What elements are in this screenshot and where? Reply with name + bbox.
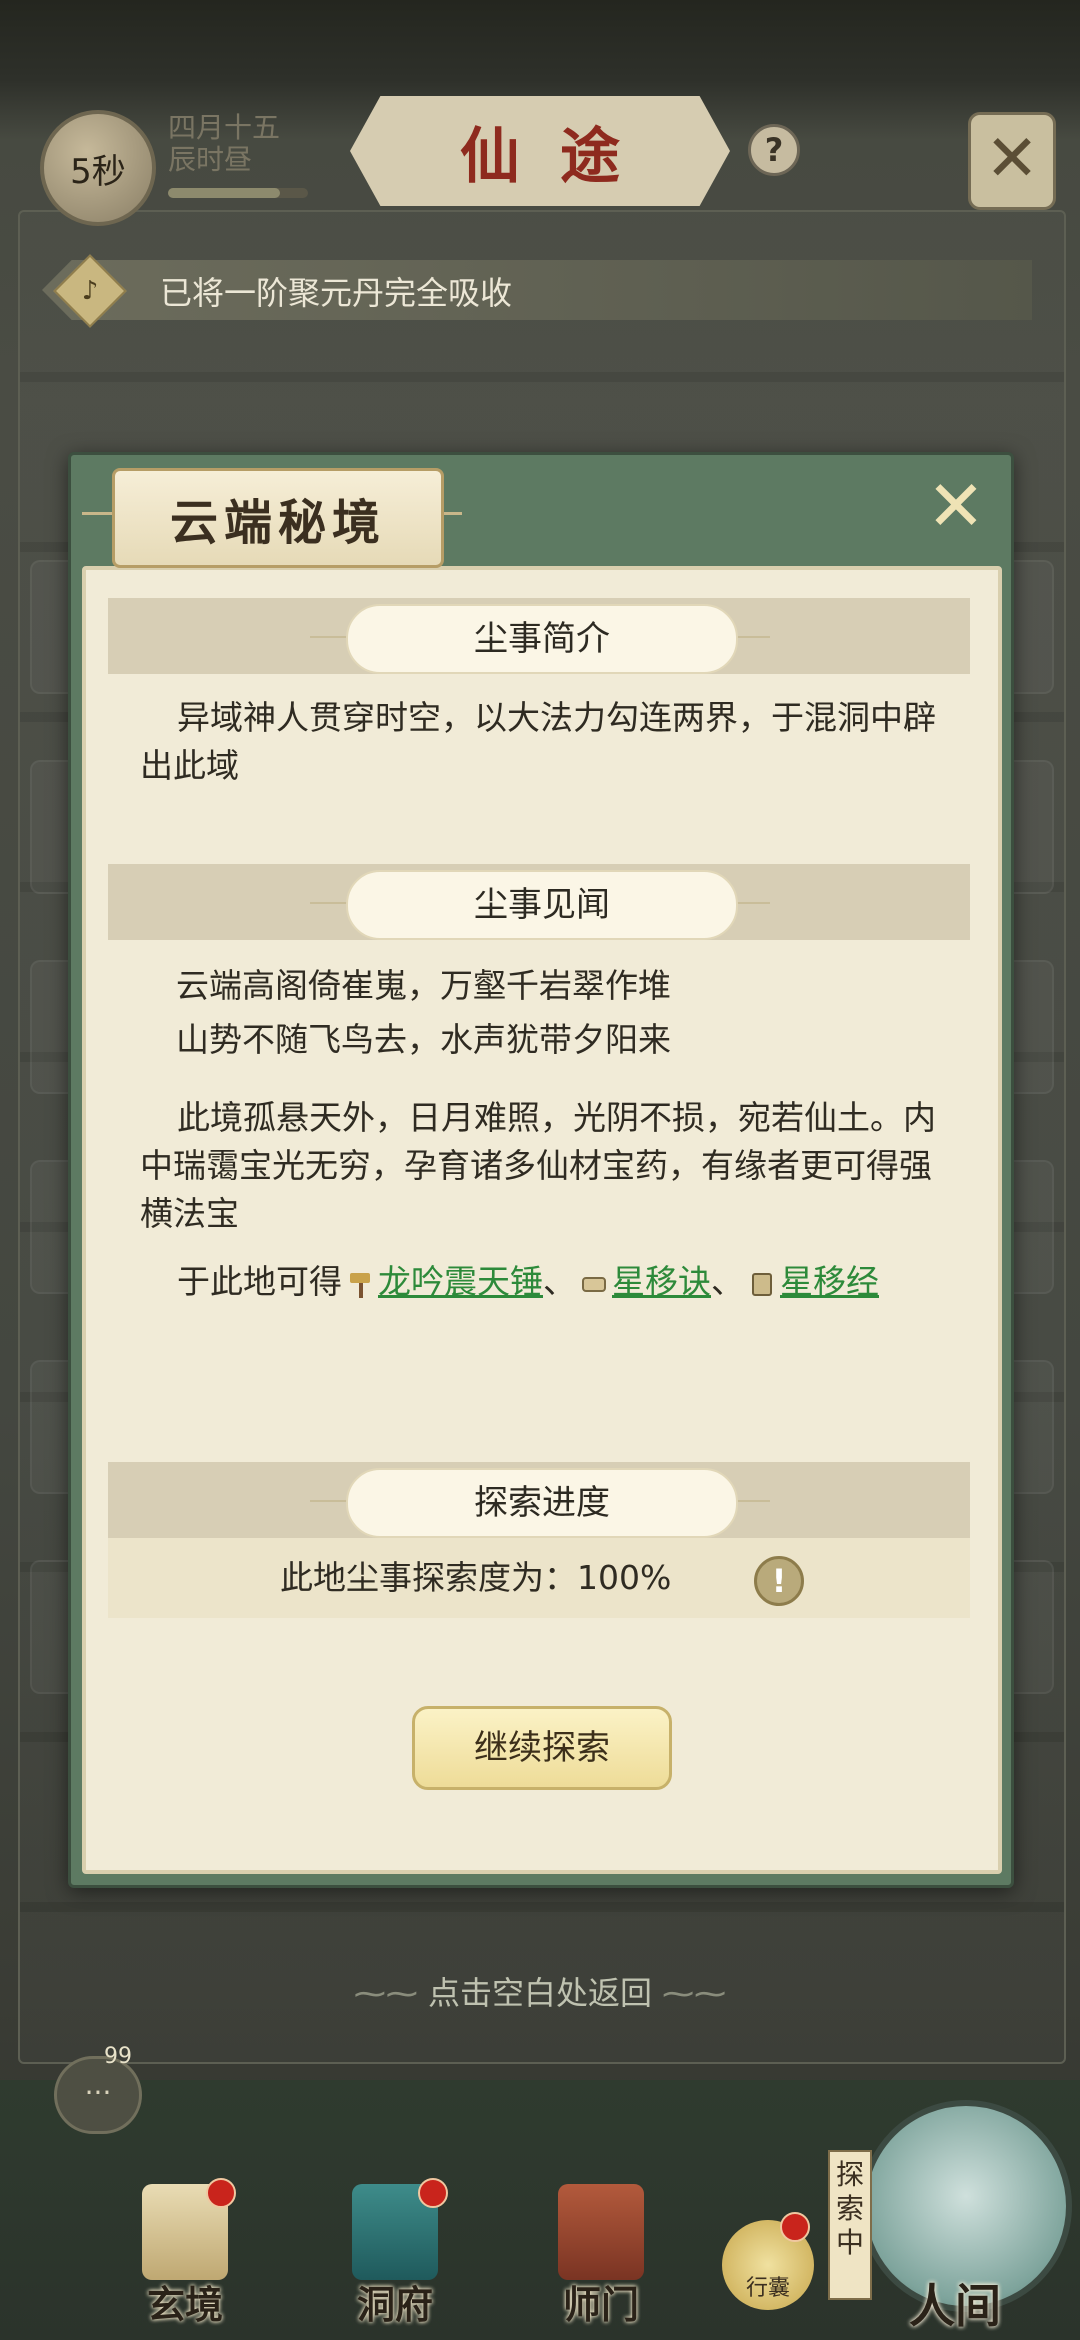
reward-link[interactable]: 星移经 xyxy=(780,1262,879,1301)
separator: 、 xyxy=(711,1262,744,1301)
hammer-icon xyxy=(350,1272,370,1298)
dialog-title: 云端秘境 xyxy=(112,468,444,568)
poem-line: 云端高阁倚崔嵬，万壑千岩翠作堆 xyxy=(176,966,671,1005)
nav-label: 洞府 xyxy=(356,2282,433,2327)
progress-value: 100% xyxy=(577,1558,672,1597)
story-paragraph: 此境孤悬天外，日月难照，光阴不损，宛若仙土。内中瑞霭宝光无穷，孕育诸多仙材宝药，… xyxy=(140,1098,936,1233)
notification-dot xyxy=(418,2178,448,2208)
countdown-timer: 5秒 xyxy=(40,110,156,226)
date-line: 四月十五 xyxy=(168,111,281,144)
chat-badge: 99 xyxy=(104,2044,132,2069)
time-line: 辰时昼 xyxy=(168,143,253,176)
close-icon[interactable]: ✕ xyxy=(920,470,992,542)
reward-link[interactable]: 星移诀 xyxy=(612,1262,711,1301)
section-heading-intro: 尘事简介 xyxy=(346,604,738,674)
tap-to-return-hint[interactable]: ⁓⁓ 点击空白处返回 ⁓⁓ xyxy=(0,1968,1080,2014)
nav-item-shimen[interactable]: 师门 xyxy=(546,2184,656,2327)
rewards-prefix: 于此地可得 xyxy=(177,1262,342,1301)
nav-label-world: 人间 xyxy=(909,2279,1001,2333)
notification-dot xyxy=(780,2212,810,2242)
swirl-icon: ⁓⁓ xyxy=(353,1974,428,2012)
book-icon xyxy=(752,1272,772,1296)
section-heading-progress: 探索进度 xyxy=(346,1468,738,1538)
exclamation-icon[interactable]: ! xyxy=(754,1556,804,1606)
rewards-line: 于此地可得 龙吟震天锤、 星移诀、 星移经 xyxy=(140,1258,940,1306)
swirl-icon: ⁓⁓ xyxy=(652,1974,727,2012)
time-progress-fill xyxy=(168,188,280,198)
nav-item-xuanjing[interactable]: 玄境 xyxy=(130,2178,240,2327)
hint-text: 点击空白处返回 xyxy=(427,1974,652,2012)
nav-item-dongfu[interactable]: 洞府 xyxy=(340,2178,450,2327)
exploring-tag: 探索中 xyxy=(828,2150,872,2300)
game-date: 四月十五 辰时昼 xyxy=(168,112,280,176)
nav-label: 师门 xyxy=(562,2282,639,2327)
top-bar: 5秒 四月十五 辰时昼 仙途 ? ✕ xyxy=(0,82,1080,226)
scroll-icon xyxy=(582,1276,606,1292)
notification-dot xyxy=(206,2178,236,2208)
poem-line: 山势不随飞鸟去，水声犹带夕阳来 xyxy=(176,1020,671,1059)
time-progress-bar xyxy=(168,188,308,198)
progress-label: 此地尘事探索度为： xyxy=(280,1558,577,1597)
nav-label-bag: 行囊 xyxy=(745,2276,790,2301)
section-heading-story: 尘事见闻 xyxy=(346,870,738,940)
banner-icon xyxy=(558,2184,644,2280)
continue-explore-button[interactable]: 继续探索 xyxy=(412,1706,672,1790)
intro-text: 异域神人贯穿时空，以大法力勾连两界，于混洞中辟出此域 xyxy=(140,698,936,785)
question-icon[interactable]: ? xyxy=(748,124,800,176)
nav-label: 玄境 xyxy=(146,2282,223,2327)
progress-text: 此地尘事探索度为：100% xyxy=(280,1554,671,1602)
reward-link[interactable]: 龙吟震天锤 xyxy=(378,1262,543,1301)
separator: 、 xyxy=(543,1262,576,1301)
close-icon[interactable]: ✕ xyxy=(968,112,1056,210)
page-title: 仙途 xyxy=(350,96,730,206)
notice-text: 已将一阶聚元丹完全吸收 xyxy=(160,274,513,312)
